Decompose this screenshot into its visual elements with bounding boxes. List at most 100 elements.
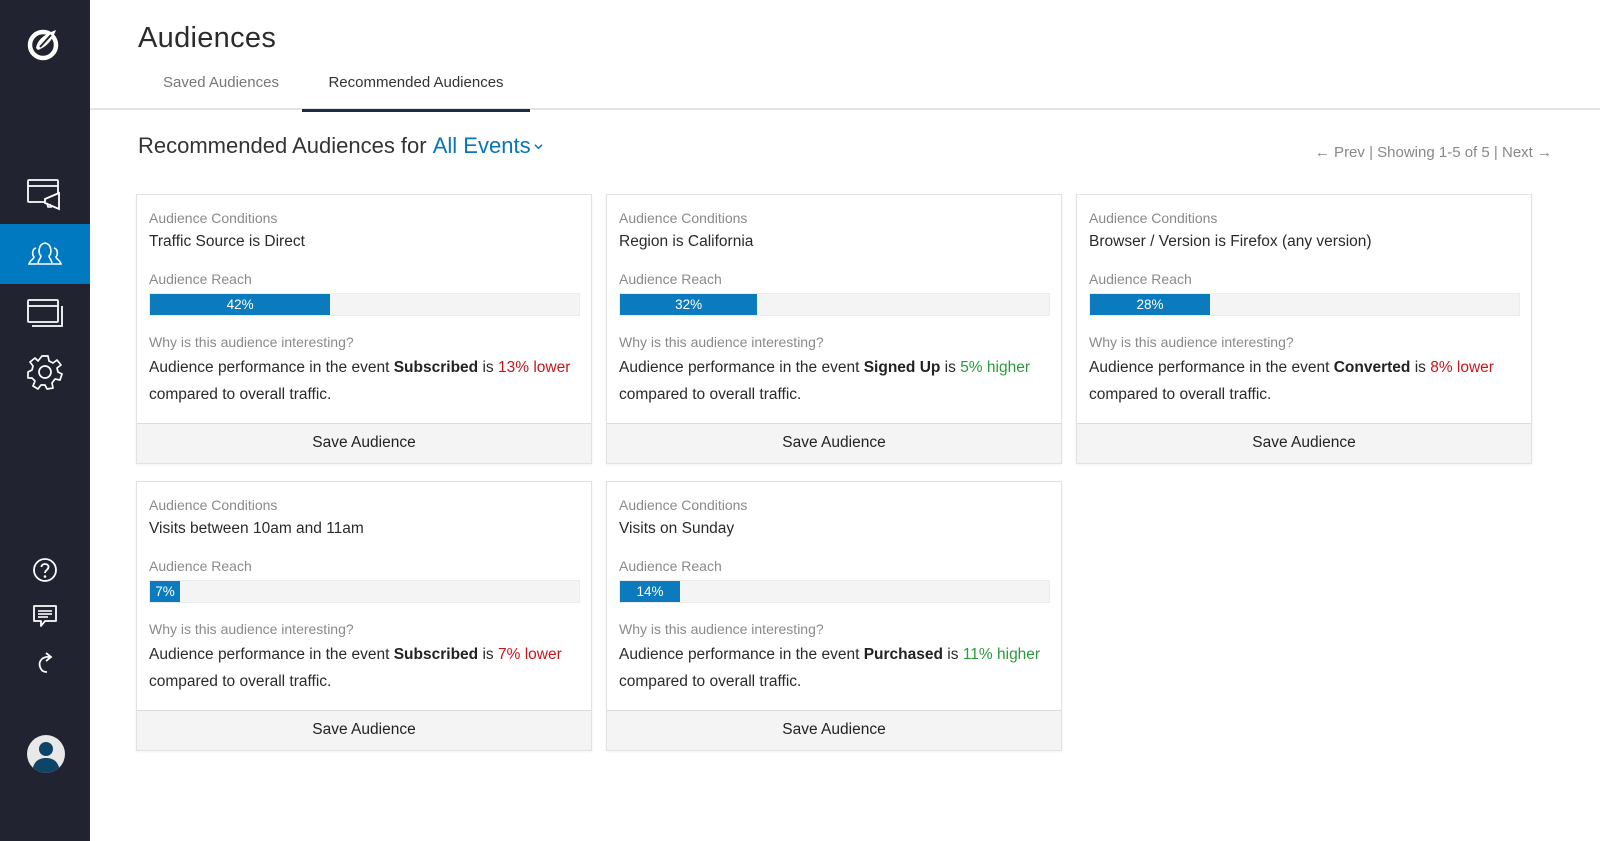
help-icon	[33, 558, 57, 582]
audience-card: Audience Conditions Visits on Sunday Aud…	[606, 481, 1062, 751]
why-label: Why is this audience interesting?	[149, 334, 354, 350]
change-value: 11%	[962, 646, 993, 663]
event-filter-dropdown[interactable]: All Events	[433, 133, 543, 158]
sidebar-item-help[interactable]	[0, 552, 90, 588]
chevron-down-icon	[533, 144, 543, 150]
interest-description: Audience performance in the event Subscr…	[149, 642, 585, 695]
condition-value: Visits on Sunday	[619, 520, 735, 537]
desc-suffix: compared to overall traffic.	[1089, 385, 1272, 403]
reach-label: Audience Reach	[149, 271, 252, 287]
redo-icon	[38, 652, 53, 673]
conditions-label: Audience Conditions	[1089, 210, 1218, 226]
desc-is: is	[944, 359, 956, 376]
pagination: ← Prev | Showing 1-5 of 5 | Next →	[1315, 144, 1552, 161]
conditions-label: Audience Conditions	[619, 497, 748, 513]
change-direction: lower	[524, 646, 562, 663]
campaign-megaphone-icon	[27, 179, 60, 211]
reach-bar: 42%	[149, 293, 580, 316]
conditions-label: Audience Conditions	[149, 210, 278, 226]
event-name: Converted	[1333, 359, 1411, 376]
save-audience-button[interactable]: Save Audience	[607, 710, 1061, 750]
audience-card: Audience Conditions Visits between 10am …	[136, 481, 592, 751]
save-audience-button[interactable]: Save Audience	[1077, 423, 1531, 463]
tab-saved-audiences[interactable]: Saved Audiences	[138, 74, 304, 110]
change-value: 8% lower	[1430, 359, 1494, 376]
reach-label: Audience Reach	[619, 558, 722, 574]
sidebar-item-audiences[interactable]	[0, 224, 90, 284]
desc-is: is	[482, 359, 494, 376]
logo-icon[interactable]	[24, 24, 64, 64]
event-name: Signed Up	[863, 359, 941, 376]
desc-is: is	[947, 646, 959, 663]
desc-prefix: Audience performance in the event	[149, 646, 390, 663]
event-name: Subscribed	[393, 359, 479, 376]
reach-label: Audience Reach	[619, 271, 722, 287]
desc-prefix: Audience performance in the event	[619, 646, 860, 663]
desc-is: is	[482, 646, 494, 663]
section-title: Recommended Audiences for All Events	[138, 133, 543, 159]
sidebar-item-campaigns[interactable]	[0, 164, 90, 224]
next-page-link[interactable]: Next →	[1502, 144, 1552, 161]
desc-prefix: Audience performance in the event	[1089, 359, 1330, 376]
why-label: Why is this audience interesting?	[619, 621, 824, 637]
save-audience-button[interactable]: Save Audience	[607, 423, 1061, 463]
change-direction: higher	[986, 359, 1030, 376]
desc-suffix: compared to overall traffic.	[619, 672, 802, 690]
conditions-label: Audience Conditions	[149, 497, 278, 513]
chat-icon	[33, 605, 57, 627]
why-label: Why is this audience interesting?	[149, 621, 354, 637]
event-name: Purchased	[863, 646, 943, 663]
desc-suffix: compared to overall traffic.	[149, 672, 332, 690]
page-title: Audiences	[138, 22, 277, 54]
save-audience-button[interactable]: Save Audience	[137, 423, 591, 463]
interest-description: Audience performance in the event Subscr…	[149, 355, 585, 408]
reach-label: Audience Reach	[149, 558, 252, 574]
reach-bar-fill: 28%	[1090, 294, 1211, 315]
change-direction: higher	[997, 646, 1041, 663]
condition-value: Traffic Source is Direct	[149, 233, 305, 250]
pager-separator: |	[1369, 144, 1373, 161]
condition-value: Region is California	[619, 233, 754, 250]
conditions-label: Audience Conditions	[619, 210, 748, 226]
why-label: Why is this audience interesting?	[619, 334, 824, 350]
desc-suffix: compared to overall traffic.	[619, 385, 802, 403]
desc-is: is	[1414, 359, 1426, 376]
sidebar-item-pages[interactable]	[0, 284, 90, 344]
gear-icon	[27, 355, 63, 390]
event-filter-value: All Events	[432, 133, 531, 158]
prev-page-link[interactable]: ← Prev	[1315, 144, 1365, 161]
condition-value: Browser / Version is Firefox (any versio…	[1089, 233, 1372, 250]
sidebar-item-share[interactable]	[0, 646, 90, 682]
change-value: 7%	[497, 646, 521, 663]
desc-suffix: compared to overall traffic.	[149, 385, 332, 403]
pager-separator: |	[1493, 144, 1498, 161]
event-name: Subscribed	[393, 646, 479, 663]
sidebar-item-settings[interactable]	[0, 342, 90, 402]
interest-description: Audience performance in the event Purcha…	[619, 642, 1055, 695]
condition-value: Visits between 10am and 11am	[149, 520, 364, 537]
reach-bar: 28%	[1089, 293, 1520, 316]
reach-label: Audience Reach	[1089, 271, 1192, 287]
change-value: 13%	[497, 359, 529, 376]
audiences-icon	[27, 242, 63, 265]
why-label: Why is this audience interesting?	[1089, 334, 1294, 350]
save-audience-button[interactable]: Save Audience	[137, 710, 591, 750]
audience-card: Audience Conditions Region is California…	[606, 194, 1062, 464]
pager-showing: Showing 1-5 of 5	[1377, 144, 1490, 161]
windows-icon	[27, 299, 63, 327]
sidebar-item-feedback[interactable]	[0, 598, 90, 634]
tab-bar: Saved Audiences Recommended Audiences	[90, 64, 1600, 112]
user-avatar[interactable]	[27, 735, 65, 773]
reach-bar: 32%	[619, 293, 1050, 316]
audience-card: Audience Conditions Browser / Version is…	[1076, 194, 1532, 464]
sidebar	[0, 0, 90, 841]
reach-bar: 7%	[149, 580, 580, 603]
desc-prefix: Audience performance in the event	[149, 359, 390, 376]
audience-card: Audience Conditions Traffic Source is Di…	[136, 194, 592, 464]
change-direction: lower	[533, 359, 571, 376]
interest-description: Audience performance in the event Conver…	[1089, 355, 1525, 408]
reach-bar: 14%	[619, 580, 1050, 603]
tab-recommended-audiences[interactable]: Recommended Audiences	[302, 74, 530, 112]
reach-bar-fill: 7%	[150, 581, 181, 602]
desc-prefix: Audience performance in the event	[619, 359, 860, 376]
